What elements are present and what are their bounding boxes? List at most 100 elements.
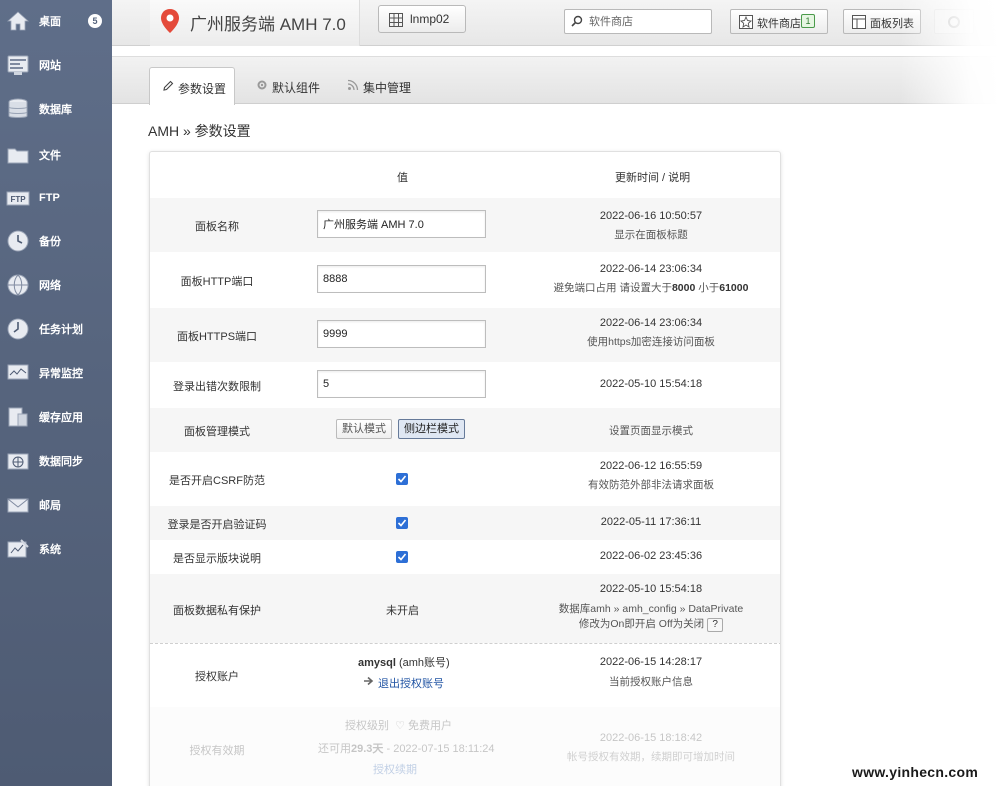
sidebar-item-label: FTP	[39, 192, 60, 204]
https-port-input[interactable]	[317, 320, 486, 348]
update-time: 2022-05-10 15:54:18	[599, 378, 703, 390]
sidebar-item-desktop[interactable]: 桌面 5	[0, 1, 112, 41]
setting-label: 面板HTTP端口	[180, 276, 254, 288]
panel-title: 广州服务端 AMH 7.0	[190, 15, 346, 34]
watermark: www.yinhecn.com	[852, 764, 979, 780]
panel-name-input[interactable]	[317, 210, 486, 238]
tab-label: 集中管理	[363, 81, 412, 95]
ftp-icon: FTP	[6, 191, 30, 206]
default-mode-button[interactable]: 默认模式	[336, 419, 392, 439]
sidebar-item-backup[interactable]: 备份	[0, 221, 112, 261]
software-store-button[interactable]: 软件商店 1	[730, 9, 828, 34]
tab-settings[interactable]: 参数设置	[149, 67, 235, 105]
update-time: 2022-06-15 18:18:42	[599, 732, 703, 744]
task-clock-icon	[7, 318, 29, 340]
globe-icon	[7, 274, 29, 296]
renew-auth-link[interactable]: 授权续期	[373, 761, 417, 777]
setting-description: 数据库amh » amh_config » DataPrivate	[558, 603, 744, 615]
setting-description: 有效防范外部非法请求面板	[588, 479, 714, 491]
sidebar-mode-button[interactable]: 侧边栏模式	[398, 419, 465, 439]
sidebar-item-website[interactable]: 网站	[0, 45, 112, 85]
sync-icon	[7, 453, 29, 470]
setting-row-panel-mode: 面板管理模式 默认模式 侧边栏模式 设置页面显示模式	[150, 408, 780, 452]
setting-row-auth-account: 授权账户 amysql (amh账号) 退出授权账号 2022-06-15 14…	[150, 644, 780, 707]
setting-row-captcha: 登录是否开启验证码 2022-05-11 17:36:11	[150, 506, 780, 540]
login-limit-input[interactable]	[317, 370, 486, 398]
update-time: 2022-05-10 15:54:18	[599, 583, 703, 595]
help-button[interactable]: ?	[707, 618, 724, 632]
environment-label: lnmp02	[410, 12, 450, 26]
csrf-checkbox[interactable]	[396, 473, 408, 485]
setting-label: 授权有效期	[189, 745, 245, 757]
store-count-badge: 1	[801, 14, 815, 28]
mail-icon	[7, 498, 29, 513]
backup-clock-icon	[7, 230, 29, 252]
cache-icon	[8, 407, 28, 427]
update-time: 2022-06-12 16:55:59	[599, 460, 703, 472]
notification-badge: 5	[88, 14, 102, 28]
setting-row-login-limit: 登录出错次数限制 2022-05-10 15:54:18	[150, 362, 780, 408]
auth-remaining: 还可用29.3天 - 2022-07-15 18:11:24	[318, 743, 495, 755]
sidebar-item-system[interactable]: 系统	[0, 529, 112, 569]
panel-list-label: 面板列表	[870, 18, 914, 30]
arrow-right-icon	[364, 676, 374, 686]
setting-row-private-protection: 面板数据私有保护 未开启 2022-05-10 15:54:18 数据库amh …	[150, 574, 780, 643]
gear-icon	[948, 16, 960, 28]
setting-row-csrf: 是否开启CSRF防范 2022-06-12 16:55:59 有效防范外部非法请…	[150, 452, 780, 506]
sidebar-item-label: 网站	[39, 60, 61, 72]
sidebar-item-cache[interactable]: 缓存应用	[0, 397, 112, 437]
home-icon	[6, 11, 30, 31]
sidebar-item-label: 邮局	[39, 500, 61, 512]
setting-row-http-port: 面板HTTP端口 2022-06-14 23:06:34 避免端口占用 请设置大…	[150, 252, 780, 308]
private-status: 未开启	[386, 605, 419, 617]
column-header-time: 更新时间 / 说明	[615, 172, 691, 184]
setting-row-https-port: 面板HTTPS端口 2022-06-14 23:06:34 使用https加密连…	[150, 308, 780, 362]
setting-description: 使用https加密连接访问面板	[587, 336, 715, 348]
panel-list-button[interactable]: 面板列表	[843, 9, 921, 34]
tab-label: 参数设置	[178, 82, 227, 96]
auth-account-name: amysql (amh账号)	[358, 657, 450, 669]
brand: 广州服务端 AMH 7.0	[150, 0, 360, 46]
auth-level: 授权级别 ♡ 免费用户	[345, 720, 453, 732]
http-port-input[interactable]	[317, 265, 486, 293]
store-label: 软件商店	[757, 18, 801, 30]
sidebar-item-label: 数据库	[39, 104, 72, 116]
sidebar-item-label: 异常监控	[39, 368, 83, 380]
folder-icon	[7, 148, 29, 164]
sidebar-item-network[interactable]: 网络	[0, 265, 112, 305]
setting-description: 帐号授权有效期，续期即可增加时间	[567, 751, 735, 763]
search-input[interactable]	[589, 13, 709, 31]
captcha-checkbox[interactable]	[396, 517, 408, 529]
sidebar-item-label: 文件	[39, 150, 61, 162]
sidebar-item-tasks[interactable]: 任务计划	[0, 309, 112, 349]
environment-button[interactable]: lnmp02	[378, 5, 466, 33]
search-icon	[571, 15, 583, 27]
sidebar-item-mail[interactable]: 邮局	[0, 485, 112, 525]
sidebar-item-files[interactable]: 文件	[0, 135, 112, 175]
system-icon	[7, 539, 29, 558]
setting-label: 登录是否开启验证码	[167, 519, 267, 531]
sidebar-item-ftp[interactable]: FTP FTP	[0, 178, 112, 218]
setting-label: 是否显示版块说明	[173, 553, 261, 565]
location-pin-icon	[161, 9, 179, 33]
sidebar-item-database[interactable]: 数据库	[0, 89, 112, 129]
sidebar-item-label: 备份	[39, 236, 61, 248]
setting-description-line2: 修改为On即开启 Off为关闭?	[502, 616, 780, 632]
setting-label: 授权账户	[195, 671, 239, 683]
breadcrumb: AMH » 参数设置	[148, 123, 251, 139]
edge-fade	[900, 0, 1000, 786]
top-bar: 广州服务端 AMH 7.0 lnmp02 软件商店 1 面板列表	[112, 0, 1000, 46]
sidebar-item-label: 缓存应用	[39, 412, 83, 424]
settings-gear-button[interactable]	[934, 9, 974, 34]
tab-default-components[interactable]: 默认组件	[256, 67, 336, 105]
panel-list-icon	[852, 15, 866, 29]
sidebar-item-sync[interactable]: 数据同步	[0, 441, 112, 481]
sidebar-item-label: 网络	[39, 280, 61, 292]
sidebar-item-monitor[interactable]: 异常监控	[0, 353, 112, 393]
tab-label: 默认组件	[272, 81, 321, 95]
tab-central-management[interactable]: 集中管理	[347, 67, 427, 105]
setting-row-auth-validity: 授权有效期 授权级别 ♡ 免费用户 还可用29.3天 - 2022-07-15 …	[150, 707, 780, 786]
update-time: 2022-06-14 23:06:34	[599, 317, 703, 329]
block-description-checkbox[interactable]	[396, 551, 408, 563]
setting-label: 是否开启CSRF防范	[169, 475, 265, 487]
